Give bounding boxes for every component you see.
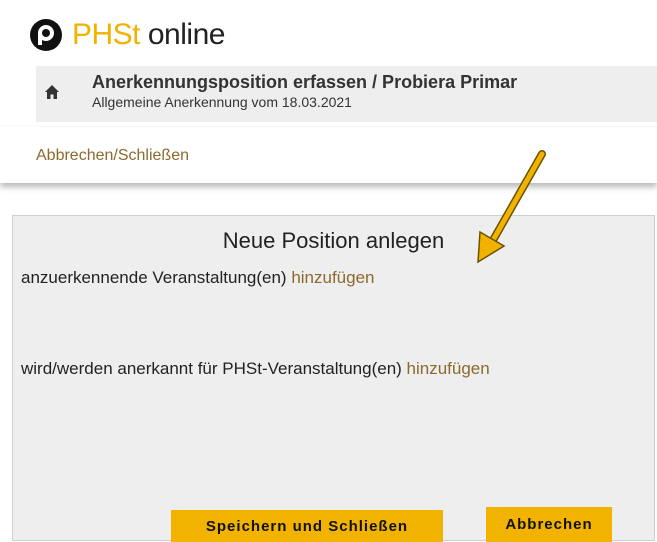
- phst-logo: PHSt online: [30, 14, 225, 56]
- logo-prefix: PHSt: [72, 18, 141, 51]
- add-recognized-course-link[interactable]: hinzufügen: [291, 268, 374, 287]
- logo-suffix: online: [140, 18, 226, 51]
- recognized-courses-row: anzuerkennende Veranstaltung(en) hinzufü…: [21, 268, 375, 288]
- dialog-title: Neue Position anlegen: [222, 228, 445, 253]
- add-phst-course-link[interactable]: hinzufügen: [407, 359, 490, 378]
- home-icon[interactable]: [44, 84, 60, 100]
- new-position-dialog: Neue Position anlegen anzuerkennende Ver…: [12, 215, 655, 542]
- logo-text: PHSt online: [72, 14, 225, 56]
- cancel-close-link[interactable]: Abbrechen/Schließen: [36, 147, 189, 165]
- phst-courses-label: wird/werden anerkannt für PHSt-Veranstal…: [21, 359, 407, 378]
- recognized-courses-label: anzuerkennende Veranstaltung(en): [21, 268, 292, 287]
- save-and-close-button[interactable]: Speichern und Schließen: [171, 510, 443, 542]
- page-title: Anerkennungsposition erfassen / Probiera…: [92, 72, 518, 92]
- annotation-arrow: [477, 150, 546, 264]
- logo-p-icon: [30, 19, 62, 51]
- phst-courses-row: wird/werden anerkannt für PHSt-Veranstal…: [21, 359, 490, 379]
- cancel-button[interactable]: Abbrechen: [486, 507, 612, 542]
- toolbar: Abbrechen/Schließen: [0, 127, 657, 183]
- page-subtitle: Allgemeine Anerkennung vom 18.03.2021: [92, 94, 352, 110]
- page-header: Anerkennungsposition erfassen / Probiera…: [36, 66, 657, 122]
